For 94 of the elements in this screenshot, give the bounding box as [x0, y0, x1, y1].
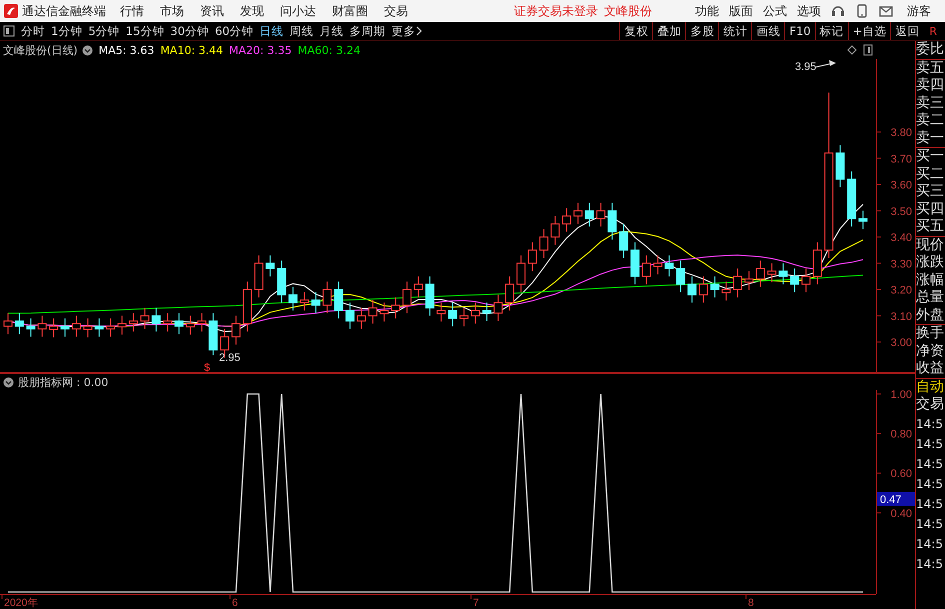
quote-label: 收益 — [916, 360, 945, 378]
quote-label: 换手 — [916, 325, 945, 342]
price-axis-label: 3.50 — [890, 206, 912, 218]
price-axis-label: 3.80 — [890, 127, 912, 139]
mode-label[interactable]: 自动 — [916, 378, 945, 396]
low-price-label: 2.95 — [219, 352, 240, 364]
quote-label: 买三 — [916, 183, 945, 200]
phone-icon[interactable] — [855, 4, 869, 18]
menu-item[interactable]: 市场 — [160, 2, 184, 20]
trades-label: 交易 — [916, 396, 945, 414]
period-tab[interactable]: 周线 — [290, 24, 314, 38]
quote-label: 总量 — [916, 289, 945, 306]
quote-label: 买一 — [916, 148, 945, 166]
ma-value: MA60: 3.24 — [298, 44, 360, 56]
trade-time: 14:5 — [916, 476, 944, 492]
quote-label: 买五 — [916, 218, 945, 236]
dropdown-icon[interactable] — [82, 44, 93, 56]
period-tab[interactable]: 月线 — [320, 24, 344, 38]
mail-icon[interactable] — [879, 4, 893, 18]
price-axis-label: 3.30 — [890, 258, 912, 270]
signal-mark: $ — [204, 362, 210, 373]
menu-item[interactable]: 行情 — [120, 2, 144, 20]
trade-time: 14:5 — [916, 436, 944, 452]
user-label[interactable]: 游客 — [907, 2, 931, 20]
trade-time: 14:5 — [916, 456, 944, 472]
date-axis-label: 7 — [473, 597, 479, 608]
quote-label: 卖五 — [916, 60, 945, 77]
quote-label: 买二 — [916, 166, 945, 183]
price-axis-label: 3.20 — [890, 284, 912, 296]
quote-label: 现价 — [916, 236, 945, 254]
quote-label: 卖三 — [916, 94, 945, 112]
trade-time: 14:5 — [916, 516, 944, 532]
menu-item[interactable]: 财富圈 — [332, 2, 368, 20]
quote-label: 买四 — [916, 200, 945, 218]
quote-label: 涨跌 — [916, 254, 945, 272]
indicator-axis-label: 1.00 — [890, 390, 912, 401]
corner-label[interactable]: R — [923, 24, 945, 38]
quote-label: 外盘 — [916, 306, 945, 324]
trade-time: 14:5 — [916, 536, 944, 552]
menu-item[interactable]: 选项 — [797, 2, 821, 20]
period-tab[interactable]: 30分钟 — [170, 24, 209, 38]
ma-value: MA5: 3.63 — [98, 44, 154, 56]
headset-icon[interactable] — [831, 4, 845, 18]
ma-value: MA10: 3.44 — [160, 44, 224, 56]
menu-item[interactable]: 问小达 — [280, 2, 316, 20]
cursor-value-label: 0.47 — [877, 492, 915, 506]
app-title: 通达信金融终端 — [22, 2, 106, 20]
ma-value: MA20: 3.35 — [229, 44, 292, 56]
login-status[interactable]: 证券交易未登录 — [514, 2, 598, 20]
trade-time: 14:5 — [916, 556, 944, 572]
price-axis-label: 3.10 — [890, 310, 912, 323]
price-axis-label: 3.00 — [890, 337, 912, 349]
high-price-label: 3.95 — [795, 61, 816, 73]
period-tab[interactable]: 5分钟 — [88, 24, 120, 38]
indicator-axis-label: 0.60 — [890, 468, 912, 480]
chevron-right-icon[interactable] — [416, 26, 422, 36]
indicator-title: 股朋指标网 : 0.00 — [18, 374, 108, 390]
menu-item[interactable]: 发现 — [240, 2, 264, 20]
indicator-axis-label: 0.80 — [890, 428, 912, 441]
stock-name: 文峰股份 — [604, 2, 652, 20]
period-tab[interactable]: 1分钟 — [51, 24, 82, 38]
panel-toggle-icon[interactable] — [3, 25, 15, 37]
menu-item[interactable]: 功能 — [695, 2, 719, 20]
menu-item[interactable]: 版面 — [729, 2, 753, 20]
chart-title: 文峰股份(日线) — [3, 42, 78, 58]
panel-icon[interactable] — [863, 44, 873, 56]
price-axis-label: 3.40 — [890, 232, 912, 244]
dropdown-icon[interactable] — [3, 376, 14, 388]
date-axis-label: 2020年 — [4, 597, 38, 608]
menu-item[interactable]: 公式 — [763, 2, 787, 20]
period-tab[interactable]: 日线 — [260, 24, 284, 38]
period-tab[interactable]: 60分钟 — [214, 24, 254, 38]
trade-time: 14:5 — [916, 496, 944, 512]
app-logo-icon[interactable] — [4, 4, 18, 18]
arrow-icon — [816, 60, 836, 68]
menu-item[interactable]: 交易 — [384, 2, 408, 20]
date-axis-label: 8 — [748, 597, 754, 608]
quote-label: 卖一 — [916, 130, 945, 147]
period-tab[interactable]: 15分钟 — [126, 24, 164, 38]
date-axis-label: 6 — [232, 597, 238, 608]
period-tab[interactable]: 多周期 — [350, 24, 386, 38]
quote-label: 委比 — [916, 41, 945, 58]
period-tab[interactable]: 分时 — [21, 24, 45, 38]
quote-label: 涨幅 — [916, 272, 945, 289]
quote-label: 卖二 — [916, 112, 945, 130]
quote-label: 卖四 — [916, 77, 945, 94]
trade-time: 14:5 — [916, 416, 944, 432]
quote-label: 净资 — [916, 342, 945, 360]
menu-item[interactable]: 资讯 — [200, 2, 224, 20]
price-axis-label: 3.60 — [890, 180, 912, 192]
diamond-icon[interactable] — [847, 45, 857, 55]
price-axis-label: 3.70 — [890, 153, 912, 166]
period-tab[interactable]: 更多 — [392, 24, 416, 38]
indicator-axis-label: 0.40 — [890, 508, 912, 520]
